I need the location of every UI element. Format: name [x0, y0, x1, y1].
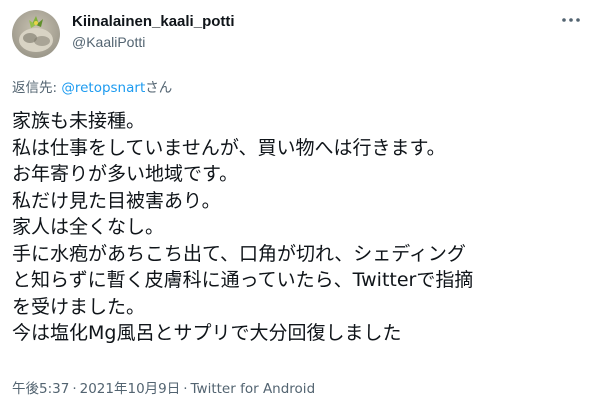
tweet-line: 私は仕事をしていませんが、買い物へは行きます。: [12, 136, 446, 159]
meta-separator: ·: [72, 381, 77, 397]
tweet-line: お年寄りが多い地域です。: [12, 163, 239, 185]
tweet: Kiinalainen_kaali_potti @KaaliPotti 返信先:…: [0, 0, 593, 406]
avatar[interactable]: [12, 10, 60, 58]
tweet-meta: 午後5:37 · 2021年10月9日 · Twitter for Android: [12, 377, 315, 397]
tweet-line: 今は塩化Mg風呂とサプリで大分回復しました: [12, 322, 402, 344]
tweet-source: Twitter for Android: [190, 381, 316, 397]
tweet-text: 家族も未接種。 私は仕事をしていませんが、買い物へは行きます。 お年寄りが多い地…: [12, 108, 587, 347]
tweet-date[interactable]: 2021年10月9日: [80, 381, 181, 397]
display-name[interactable]: Kiinalainen_kaali_potti: [72, 13, 235, 30]
tweet-line: と知らずに暫く皮膚科に通っていたら、Twitterで指摘: [12, 269, 474, 291]
avatar-image: [19, 16, 53, 52]
tweet-line: を受けました。: [12, 295, 146, 318]
reply-to-line: 返信先: @retopsnartさん: [12, 76, 172, 96]
more-horizontal-icon[interactable]: [560, 12, 582, 28]
user-handle[interactable]: @KaaliPotti: [72, 34, 145, 50]
reply-suffix: さん: [145, 80, 173, 96]
reply-mention-link[interactable]: @retopsnart: [61, 80, 145, 96]
meta-separator: ·: [183, 381, 188, 397]
tweet-time[interactable]: 午後5:37: [12, 381, 69, 397]
tweet-line: 手に水疱があちこち出て、口角が切れ、シェディング: [12, 242, 466, 265]
tweet-line: 家人は全くなし。: [12, 216, 165, 238]
tweet-line: 家族も未接種。: [12, 110, 146, 132]
tweet-line: 私だけ見た目被害あり。: [12, 189, 221, 212]
reply-prefix: 返信先:: [12, 80, 62, 96]
